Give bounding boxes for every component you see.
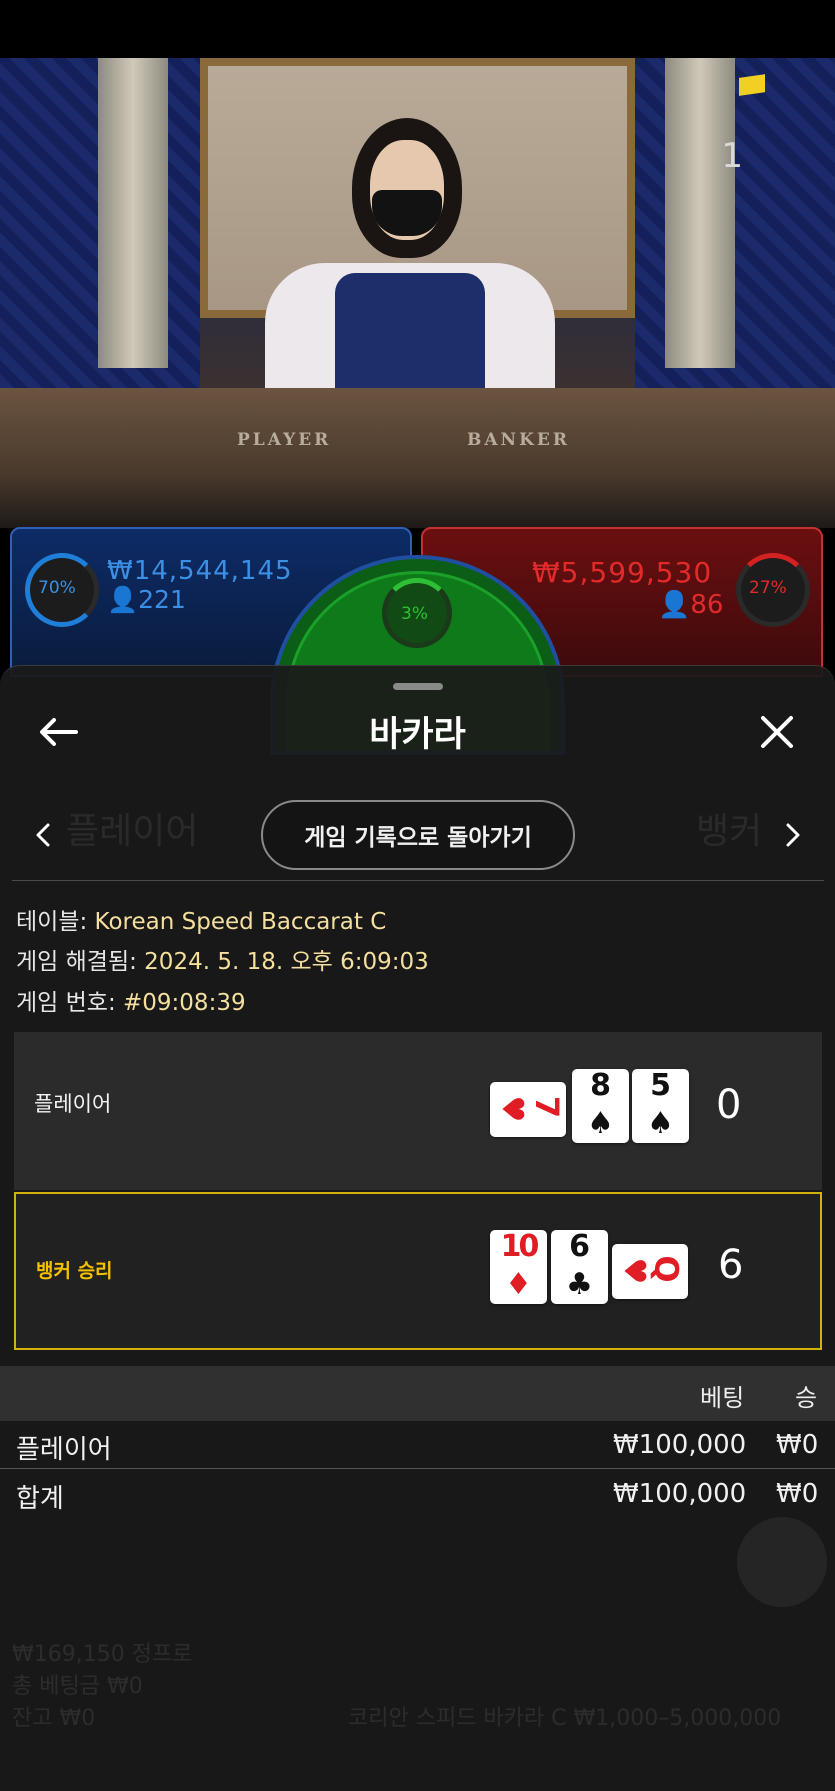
banker-hand-row: 뱅커 승리 10 ♦ 6 ♣ Q ♥ 6	[14, 1192, 822, 1350]
user-icon: 👤	[107, 585, 139, 614]
player-hand-row: 플레이어 7 ♥ 8 ♠ 5 ♠ 0	[14, 1032, 822, 1190]
bet-table-header: 베팅 승	[0, 1366, 835, 1421]
pillar-left	[98, 58, 168, 368]
pillar-right	[665, 58, 735, 368]
player-hand-label: 플레이어	[34, 1092, 112, 1116]
bet-column-header: 베팅	[700, 1384, 745, 1412]
playing-card: 7 ♥	[490, 1082, 566, 1137]
header-divider	[12, 880, 824, 881]
bet-row-amount: ₩100,000	[613, 1430, 747, 1460]
game-number-info: 게임 번호: #09:08:39	[16, 990, 246, 1016]
playing-card: 10 ♦	[490, 1230, 547, 1304]
playing-card: 8 ♠	[572, 1069, 629, 1143]
chevron-right-icon	[786, 823, 800, 847]
playing-card: 6 ♣	[551, 1230, 608, 1304]
ghost-player-label: 플레이어	[66, 811, 199, 852]
baccarat-table	[0, 388, 835, 528]
close-button[interactable]	[752, 708, 802, 756]
banker-total-amount: ₩5,599,530	[532, 556, 713, 589]
total-row-amount: ₩100,000	[613, 1479, 747, 1509]
chevron-left-icon	[36, 823, 50, 847]
previous-round-button[interactable]	[28, 815, 58, 855]
close-icon	[761, 716, 793, 748]
banker-score: 6	[718, 1242, 744, 1288]
banker-win-label: 뱅커 승리	[36, 1260, 113, 1282]
sheet-title: 바카라	[369, 715, 466, 755]
resolved-time-info: 게임 해결됨: 2024. 5. 18. 오후 6:09:03	[16, 949, 429, 975]
table-info: 테이블: Korean Speed Baccarat C	[16, 909, 387, 935]
playing-card: Q ♥	[612, 1244, 688, 1299]
banker-bettor-count: 👤86	[658, 590, 724, 620]
table-limits-ghost: 코리안 스피드 바카라 C ₩1,000–5,000,000	[348, 1706, 782, 1731]
player-total-amount: ₩14,544,145	[107, 556, 293, 586]
next-round-button[interactable]	[778, 815, 808, 855]
tie-percent: 3%	[401, 604, 428, 624]
user-icon: 👤	[658, 590, 691, 620]
live-video-stream: PLAYER BANKER 1	[0, 58, 835, 528]
player-percent: 70%	[38, 578, 76, 598]
banker-percent: 27%	[749, 578, 787, 598]
total-bet-ghost: 총 베팅금 ₩0	[12, 1674, 143, 1699]
sheet-drag-handle[interactable]	[393, 683, 443, 690]
menu-button[interactable]	[737, 1517, 827, 1607]
bet-row-name: 플레이어	[16, 1435, 112, 1465]
playing-card: 5 ♠	[632, 1069, 689, 1143]
table-player-label: PLAYER	[237, 430, 332, 450]
row-divider	[0, 1468, 835, 1469]
wallet-ghost: 잔고 ₩0	[12, 1706, 96, 1731]
player-bettor-count: 👤221	[107, 585, 186, 614]
total-row-win: ₩0	[776, 1479, 819, 1509]
player-score: 0	[716, 1082, 742, 1128]
table-banker-label: BANKER	[467, 430, 570, 450]
round-counter: 1	[721, 136, 743, 176]
status-bar	[0, 0, 835, 58]
return-to-history-button[interactable]: 게임 기록으로 돌아가기	[261, 800, 575, 870]
balance-ghost: ₩169,150 정프로	[12, 1642, 193, 1667]
win-column-header: 승	[795, 1384, 818, 1412]
ghost-banker-label: 뱅커	[696, 811, 763, 852]
bet-row-win: ₩0	[776, 1430, 819, 1460]
total-row-name: 합계	[16, 1484, 64, 1514]
flag-icon	[739, 74, 765, 96]
